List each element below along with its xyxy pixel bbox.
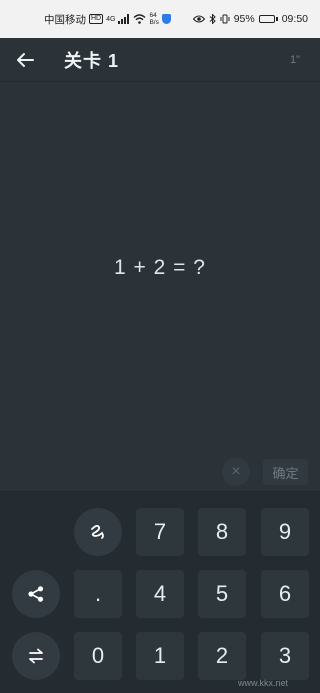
- key-0[interactable]: 0: [74, 632, 122, 680]
- swap-icon: [29, 648, 43, 664]
- handwriting-icon: [91, 524, 104, 539]
- network-type: 4G: [106, 15, 116, 23]
- header: 关卡 1 1": [0, 38, 320, 82]
- key-5[interactable]: 5: [198, 570, 246, 618]
- key-2[interactable]: 2: [198, 632, 246, 680]
- bluetooth-icon: [209, 14, 216, 24]
- status-bar: 中国移动 HD 4G 64 B/s 95% 09:50: [0, 0, 320, 38]
- keypad: 7 8 9 . 4 5 6 0 1 2 3: [0, 491, 320, 693]
- page-title: 关卡 1: [64, 50, 120, 71]
- eye-icon: [192, 15, 205, 23]
- clock: 09:50: [281, 13, 308, 25]
- share-button[interactable]: [12, 570, 60, 618]
- handwriting-button[interactable]: [74, 508, 122, 556]
- clear-button[interactable]: ×: [222, 458, 250, 486]
- answer-row: × 确定: [0, 458, 320, 486]
- key-3[interactable]: 3: [261, 632, 309, 680]
- status-right: 95% 09:50: [192, 13, 308, 25]
- key-1[interactable]: 1: [136, 632, 184, 680]
- key-7[interactable]: 7: [136, 508, 184, 556]
- watermark: www.kkx.net: [238, 678, 289, 688]
- wifi-icon: [133, 14, 146, 24]
- key-9[interactable]: 9: [261, 508, 309, 556]
- net-speed: 64 B/s: [149, 12, 158, 26]
- carrier-label: 中国移动: [44, 13, 86, 26]
- vibrate-icon: [220, 14, 230, 24]
- signal-icon: [118, 14, 130, 24]
- shield-icon: [161, 14, 171, 24]
- net-speed-unit: B/s: [149, 19, 159, 26]
- key-8[interactable]: 8: [198, 508, 246, 556]
- key-6[interactable]: 6: [261, 570, 309, 618]
- question-text: 1 + 2 = ?: [114, 256, 206, 279]
- battery-icon: [258, 15, 278, 23]
- timer: 1": [289, 53, 300, 66]
- net-speed-value: 64: [149, 12, 157, 19]
- hd-badge: HD: [89, 14, 104, 24]
- back-button[interactable]: [0, 38, 50, 82]
- key-4[interactable]: 4: [136, 570, 184, 618]
- swap-button[interactable]: [12, 632, 60, 680]
- share-icon: [28, 586, 44, 602]
- confirm-button[interactable]: 确定: [263, 459, 308, 485]
- key-dot[interactable]: .: [74, 570, 122, 618]
- back-arrow-icon: [17, 52, 34, 67]
- battery-percent: 95%: [233, 13, 255, 25]
- status-left: 中国移动 HD 4G 64 B/s: [44, 12, 171, 27]
- screen: 中国移动 HD 4G 64 B/s 95% 09:50 关卡 1 1" 1 + …: [0, 0, 320, 693]
